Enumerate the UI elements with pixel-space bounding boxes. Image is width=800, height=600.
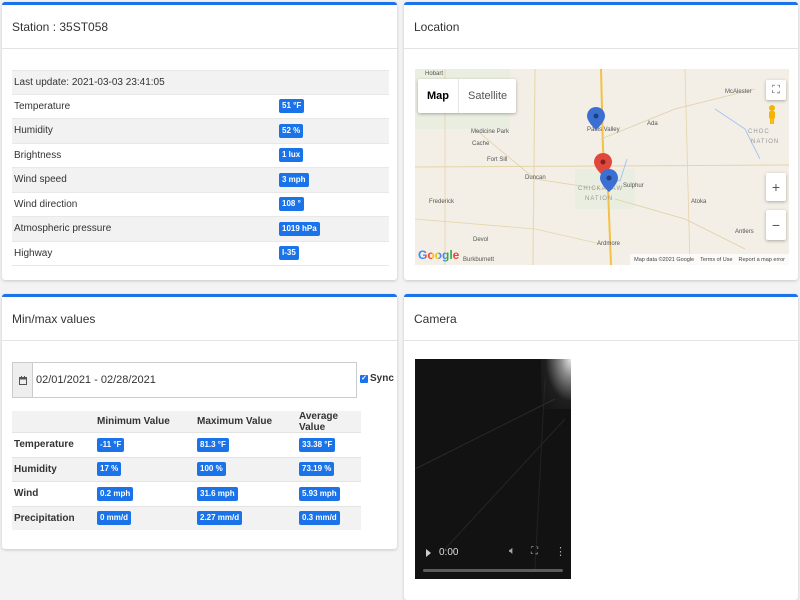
value-badge: 1 lux xyxy=(279,148,304,163)
map[interactable]: Hobart Medicine Park Cache Fort Sill Dun… xyxy=(415,69,789,265)
min-badge: -11 °F xyxy=(97,437,125,452)
map-data-text: Map data ©2021 Google xyxy=(634,256,695,263)
table-row: Wind direction 108 ° xyxy=(12,193,389,217)
max-badge: 31.6 mph xyxy=(197,486,238,501)
google-logo-text: Google xyxy=(418,248,460,262)
station-table: Last update: 2021-03-03 23:41:05 Tempera… xyxy=(12,70,389,266)
zoom-in-button[interactable]: + xyxy=(766,173,786,201)
last-update: Last update: 2021-03-03 23:41:05 xyxy=(14,76,165,88)
header-cell: Maximum Value xyxy=(197,416,273,427)
avg-badge: 0.3 mm/d xyxy=(299,511,340,526)
fullscreen-button[interactable]: ⛶ xyxy=(766,80,786,100)
max-badge: 2.27 mm/d xyxy=(197,511,243,526)
map-type-control: Map Satellite xyxy=(418,79,517,113)
zoom-out-button[interactable]: − xyxy=(766,210,786,240)
station-card: Station : 35ST058 Last update: 2021-03-0… xyxy=(2,2,397,280)
pegman-icon xyxy=(769,105,775,124)
camera-card: Camera 0:00 🔈︎ ⛶ ⋮ xyxy=(404,294,798,600)
table-row: Humidity 17 % 100 % 73.19 % xyxy=(12,456,361,481)
avg-badge: 73.19 % xyxy=(299,462,335,477)
min-badge: 0.2 mph xyxy=(97,486,134,501)
table-row: Highway I-35 xyxy=(12,242,389,266)
last-update-row: Last update: 2021-03-03 23:41:05 xyxy=(12,70,389,95)
row-label: Wind direction xyxy=(14,198,78,210)
table-row: Wind speed 3 mph xyxy=(12,168,389,193)
camera-video[interactable]: 0:00 🔈︎ ⛶ ⋮ xyxy=(415,359,571,579)
location-title: Location xyxy=(404,5,798,49)
header-cell: Average Value xyxy=(299,410,339,433)
station-title: Station : 35ST058 xyxy=(2,5,397,49)
pegman-button[interactable] xyxy=(766,104,786,128)
value-badge: 51 °F xyxy=(279,99,305,114)
fullscreen-icon: ⛶ xyxy=(772,83,780,96)
video-controls: 0:00 🔈︎ ⛶ ⋮ xyxy=(415,531,571,579)
row-label: Humidity xyxy=(14,125,53,137)
table-row: Precipitation 0 mm/d 2.27 mm/d 0.3 mm/d xyxy=(12,505,361,530)
value-badge: 1019 hPa xyxy=(279,221,320,236)
table-row: Wind 0.2 mph 31.6 mph 5.93 mph xyxy=(12,481,361,506)
play-icon[interactable] xyxy=(426,549,431,557)
value-badge: I-35 xyxy=(279,246,299,261)
google-logo: Google xyxy=(418,248,459,262)
date-range-picker[interactable]: 02/01/2021 - 02/28/2021 xyxy=(12,362,357,398)
table-row: Atmospheric pressure 1019 hPa xyxy=(12,217,389,242)
row-label: Temperature xyxy=(14,439,74,451)
table-row: Temperature 51 °F xyxy=(12,95,389,119)
minmax-card: Min/max values 02/01/2021 - 02/28/2021 ✓… xyxy=(2,294,397,549)
row-label: Precipitation xyxy=(14,512,75,524)
calendar-icon xyxy=(18,375,27,385)
terms-link[interactable]: Terms of Use xyxy=(700,257,732,263)
map-marker[interactable] xyxy=(600,169,618,192)
fullscreen-icon[interactable]: ⛶ xyxy=(531,546,538,557)
row-label: Wind xyxy=(14,488,39,500)
sync-checkbox[interactable]: ✓ Sync xyxy=(360,373,394,384)
table-row: Humidity 52 % xyxy=(12,119,389,144)
map-attribution: Map data ©2021 Google Terms of Use Repor… xyxy=(630,254,789,265)
map-type-map[interactable]: Map xyxy=(418,79,458,113)
value-badge: 3 mph xyxy=(279,172,309,187)
header-cell: Minimum Value xyxy=(97,416,170,427)
report-error-link[interactable]: Report a map error xyxy=(739,257,785,263)
max-badge: 81.3 °F xyxy=(197,437,229,452)
more-icon[interactable]: ⋮ xyxy=(555,545,566,558)
row-label: Atmospheric pressure xyxy=(14,223,112,235)
avg-badge: 33.38 °F xyxy=(299,437,336,452)
location-card: Location Hobart Medicine Park Cache Fort… xyxy=(404,2,798,280)
video-glare xyxy=(541,359,571,409)
camera-title: Camera xyxy=(404,297,798,341)
table-header: Minimum Value Maximum Value Average Valu… xyxy=(12,410,361,433)
row-label: Wind speed xyxy=(14,174,67,186)
video-time: 0:00 xyxy=(439,547,459,558)
max-badge: 100 % xyxy=(197,462,226,477)
row-label: Brightness xyxy=(14,149,62,161)
calendar-addon[interactable] xyxy=(13,363,33,397)
min-badge: 17 % xyxy=(97,462,122,477)
date-range-input[interactable]: 02/01/2021 - 02/28/2021 xyxy=(33,363,356,397)
table-row: Brightness 1 lux xyxy=(12,144,389,168)
row-label: Temperature xyxy=(14,100,71,112)
video-progress-bar[interactable] xyxy=(423,569,563,572)
minmax-table: Minimum Value Maximum Value Average Valu… xyxy=(12,411,361,530)
sync-label: Sync xyxy=(370,373,394,384)
minmax-title: Min/max values xyxy=(2,297,397,341)
min-badge: 0 mm/d xyxy=(97,511,132,526)
volume-icon[interactable]: 🔈︎ xyxy=(509,545,516,558)
value-badge: 108 ° xyxy=(279,197,304,212)
value-badge: 52 % xyxy=(279,123,304,138)
map-type-satellite[interactable]: Satellite xyxy=(458,79,516,113)
checkbox-checked-icon[interactable]: ✓ xyxy=(360,374,368,383)
avg-badge: 5.93 mph xyxy=(299,486,340,501)
map-marker[interactable] xyxy=(587,107,605,130)
table-row: Temperature -11 °F 81.3 °F 33.38 °F xyxy=(12,432,361,457)
row-label: Highway xyxy=(14,247,53,259)
row-label: Humidity xyxy=(14,463,57,475)
